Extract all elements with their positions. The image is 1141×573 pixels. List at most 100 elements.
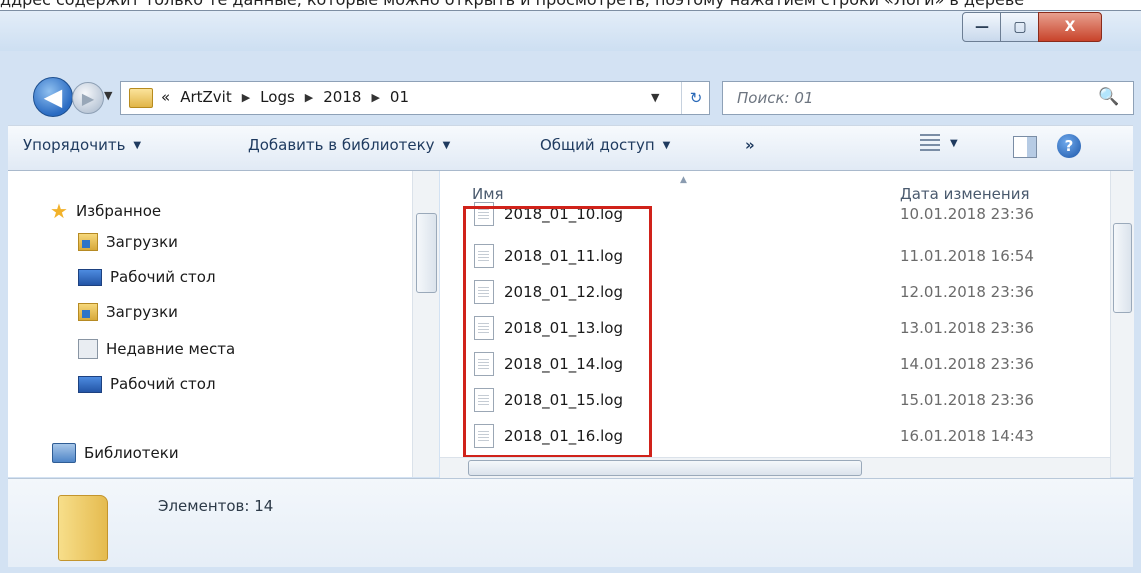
file-list-vertical-scrollbar[interactable] [1110,171,1134,477]
forward-button[interactable]: ▶ [72,82,104,114]
file-date: 13.01.2018 23:36 [900,319,1034,337]
breadcrumb-item[interactable]: 2018 [323,88,361,106]
column-header-date[interactable]: Дата изменения [900,185,1030,203]
file-name: 2018_01_13.log [504,319,623,337]
navigation-scrollbar[interactable] [412,171,439,477]
organize-button[interactable]: Упорядочить ▼ [23,136,141,154]
file-name: 2018_01_14.log [504,355,623,373]
log-file-icon [474,202,494,226]
sidebar-item-label: Библиотеки [84,444,179,462]
details-pane: Элементов: 14 [8,478,1133,567]
recent-pages-dropdown[interactable]: ▼ [104,89,112,102]
file-name: 2018_01_10.log [504,205,623,223]
breadcrumb-separator-icon[interactable]: ▶ [371,91,379,104]
sidebar-item-label: Рабочий стол [110,268,216,286]
back-arrow-icon: ◀ [43,83,63,111]
breadcrumb-item[interactable]: 01 [390,88,409,106]
command-toolbar: Упорядочить ▼ Добавить в библиотеку ▼ Об… [8,125,1133,171]
search-input[interactable] [735,87,1079,109]
close-button[interactable]: X [1038,12,1102,42]
log-file-icon [474,244,494,268]
sidebar-item-label: Избранное [75,202,162,220]
breadcrumb-item[interactable]: Logs [260,88,295,106]
recent-places-icon [78,339,98,359]
libraries-icon [52,443,76,463]
sidebar-item-libraries[interactable]: Библиотеки [52,443,179,463]
minimize-button[interactable]: — [962,12,1002,42]
file-date: 10.01.2018 23:36 [900,205,1034,223]
share-button[interactable]: Общий доступ ▼ [540,136,670,154]
file-date: 16.01.2018 14:43 [900,427,1034,445]
folder-icon [58,495,108,561]
address-dropdown-icon[interactable]: ▼ [651,91,659,104]
log-file-icon [474,280,494,304]
desktop-icon [78,375,102,393]
sidebar-item-label: Загрузки [106,233,178,251]
scrollbar-thumb[interactable] [468,460,862,476]
file-date: 14.01.2018 23:36 [900,355,1034,373]
search-box[interactable]: 🔍 [722,81,1134,115]
file-date: 11.01.2018 16:54 [900,247,1034,265]
change-view-button[interactable]: ▼ [920,134,958,152]
refresh-button[interactable]: ↻ [681,82,710,114]
preview-pane-icon[interactable] [1013,136,1037,158]
downloads-folder-icon [78,233,98,251]
desktop-icon [78,268,102,286]
file-row[interactable]: 2018_01_11.log 11.01.2018 16:54 [474,241,1034,271]
scrollbar-thumb[interactable] [416,213,437,293]
title-bar: — ▢ X [0,11,1141,51]
file-name: 2018_01_15.log [504,391,623,409]
sidebar-item-recent-places[interactable]: Недавние места [78,339,235,359]
folder-icon [129,88,153,108]
log-file-icon [474,352,494,376]
breadcrumb-separator-icon[interactable]: ▶ [305,91,313,104]
forward-arrow-icon: ▶ [81,88,95,108]
chevron-down-icon: ▼ [133,139,142,151]
sidebar-item-downloads[interactable]: Загрузки [78,233,178,251]
breadcrumb-separator-icon[interactable]: ▶ [242,91,250,104]
navigation-pane: ★ Избранное Загрузки Рабочий стол Загруз… [8,171,439,477]
file-name: 2018_01_11.log [504,247,623,265]
address-bar[interactable]: « ArtZvit ▶ Logs ▶ 2018 ▶ 01 ▼ ↻ [120,81,710,115]
scrollbar-thumb[interactable] [1113,223,1132,313]
chevron-down-icon: ▼ [442,139,451,151]
explorer-window: — ▢ X ◀ ▶ ▼ « ArtZvit ▶ Logs ▶ 2018 ▶ 01… [0,10,1141,573]
file-date: 12.01.2018 23:36 [900,283,1034,301]
file-row[interactable]: 2018_01_13.log 13.01.2018 23:36 [474,313,1034,343]
file-row[interactable]: 2018_01_12.log 12.01.2018 23:36 [474,277,1034,307]
file-name: 2018_01_16.log [504,427,623,445]
share-label: Общий доступ [540,136,655,154]
file-row[interactable]: 2018_01_16.log 16.01.2018 14:43 [474,421,1034,451]
sidebar-item-desktop[interactable]: Рабочий стол [78,268,216,286]
file-row[interactable]: 2018_01_15.log 15.01.2018 23:36 [474,385,1034,415]
star-icon: ★ [50,199,68,223]
sidebar-item-label: Загрузки [106,303,178,321]
sidebar-item-desktop[interactable]: Рабочий стол [78,375,216,393]
add-to-library-button[interactable]: Добавить в библиотеку ▼ [248,136,450,154]
search-icon[interactable]: 🔍 [1098,87,1119,107]
log-file-icon [474,316,494,340]
sort-ascending-icon: ▲ [680,175,687,185]
organize-label: Упорядочить [23,136,126,154]
sidebar-item-label: Рабочий стол [110,375,216,393]
maximize-button[interactable]: ▢ [1000,12,1040,42]
file-name: 2018_01_12.log [504,283,623,301]
add-to-library-label: Добавить в библиотеку [248,136,435,154]
more-commands-button[interactable]: » [745,136,755,154]
view-details-icon [920,134,940,152]
file-list-horizontal-scrollbar[interactable] [440,457,1110,478]
page-top-text: ддрес содержит только те данные, которые… [0,0,1024,9]
breadcrumb-overflow[interactable]: « [161,88,170,106]
file-date: 15.01.2018 23:36 [900,391,1034,409]
back-button[interactable]: ◀ [33,77,73,117]
sidebar-item-favorites[interactable]: ★ Избранное [50,199,161,223]
sidebar-item-downloads[interactable]: Загрузки [78,303,178,321]
file-row[interactable]: 2018_01_10.log 10.01.2018 23:36 [474,199,1034,229]
file-row[interactable]: 2018_01_14.log 14.01.2018 23:36 [474,349,1034,379]
help-icon[interactable]: ? [1057,134,1081,158]
chevron-down-icon: ▼ [662,139,671,151]
breadcrumb-item[interactable]: ArtZvit [180,88,232,106]
log-file-icon [474,424,494,448]
refresh-icon: ↻ [689,89,703,107]
items-count: Элементов: 14 [158,497,274,515]
